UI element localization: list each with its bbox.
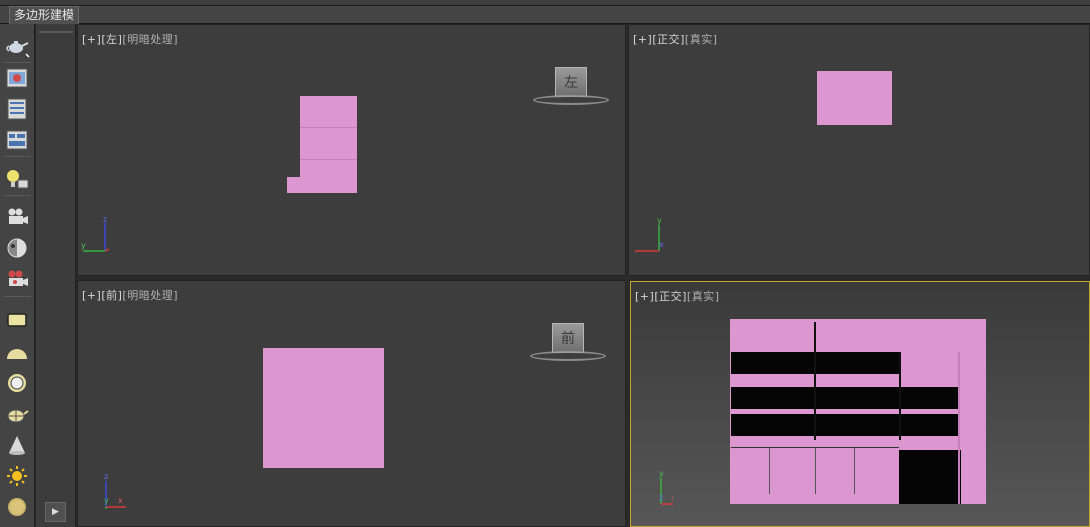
viewcube-face[interactable]: 前 [552, 323, 584, 353]
axis-label-up: z [103, 215, 107, 224]
axis-label-up: y [659, 469, 664, 478]
shading-mode[interactable]: [明暗处理] [122, 289, 178, 302]
viewport-menu[interactable]: [+] [82, 33, 101, 46]
view-name[interactable]: [正交] [652, 33, 685, 46]
cabinet-shelf-gap [731, 352, 901, 374]
render-icon[interactable] [4, 267, 30, 291]
axis-tripod: z y [81, 215, 121, 257]
toolbar-divider [4, 156, 31, 157]
cabinet-shelf-gap [731, 414, 959, 436]
axis-tripod: y x [631, 215, 671, 257]
viewport-front[interactable]: [+][前][明暗处理] 前 z y x [77, 280, 626, 527]
rectangle-icon[interactable] [4, 308, 30, 332]
play-button[interactable]: ▶ [45, 502, 66, 522]
app-window: 多边形建模 ▶ [+][左][明暗处理] 左 z y [+][正交][真实] y… [0, 0, 1090, 527]
viewport-label[interactable]: [+][正交][真实] [633, 31, 718, 47]
camera-icon[interactable] [4, 205, 30, 229]
light-lister-icon[interactable] [4, 167, 30, 191]
view-name[interactable]: [左] [101, 33, 122, 46]
cabinet-door-line [854, 448, 855, 494]
sphere-icon[interactable] [4, 495, 30, 519]
cabinet-divider [814, 322, 816, 440]
axis-label-right: y [81, 241, 86, 250]
teapot-mesh-icon[interactable] [4, 402, 30, 426]
render-frame-icon[interactable] [4, 66, 30, 90]
mesh-seam [300, 127, 357, 128]
viewcube[interactable]: 左 [533, 67, 613, 113]
viewcube-face[interactable]: 左 [555, 67, 587, 97]
viewport-label[interactable]: [+][左][明暗处理] [82, 31, 178, 47]
pink-object[interactable] [263, 348, 384, 468]
toolbar-divider [4, 296, 31, 297]
svg-text:z: z [659, 493, 663, 502]
material-editor-icon[interactable] [4, 128, 30, 152]
svg-text:y: y [104, 496, 109, 505]
viewport-menu[interactable]: [+] [633, 33, 652, 46]
axis-label-right: x [671, 493, 673, 502]
axis-label-right: x [118, 496, 123, 505]
axis-label-up: z [104, 472, 108, 481]
ring-icon[interactable] [4, 371, 30, 395]
teapot-icon[interactable] [4, 34, 30, 58]
viewport-orthographic-active[interactable]: [+][正交][真实] y z x [630, 281, 1090, 527]
axis-label-right: x [659, 240, 664, 249]
viewport-left[interactable]: [+][左][明暗处理] 左 z y [77, 24, 626, 276]
pink-object[interactable] [300, 96, 357, 193]
left-toolbar [0, 24, 35, 527]
mesh-seam [300, 159, 357, 160]
command-side-panel [36, 24, 76, 527]
pink-object-step[interactable] [287, 177, 302, 193]
view-name[interactable]: [正交] [654, 290, 687, 303]
axis-tripod: z y x [86, 471, 126, 513]
cone-icon[interactable] [4, 433, 30, 457]
render-setup-icon[interactable] [4, 97, 30, 121]
cabinet-side-panel [958, 352, 960, 504]
cabinet-door-line [769, 448, 770, 494]
axis-tripod: y z x [633, 468, 673, 510]
viewport-orthographic-top[interactable]: [+][正交][真实] y x [628, 24, 1090, 276]
viewcube-ring[interactable] [533, 95, 609, 105]
dome-icon[interactable] [4, 340, 30, 364]
cabinet-door-gap [899, 450, 961, 504]
sun-icon[interactable] [4, 464, 30, 488]
tab-polygon-modeling[interactable]: 多边形建模 [9, 6, 80, 24]
viewport-menu[interactable]: [+] [635, 290, 654, 303]
cabinet-divider [899, 352, 901, 440]
toolbar-divider [4, 62, 31, 63]
shading-mode[interactable]: [真实] [687, 290, 720, 303]
viewport-label[interactable]: [+][正交][真实] [635, 288, 720, 304]
viewport-shading-icon[interactable] [4, 236, 30, 260]
cabinet-shelf-gap [731, 387, 959, 409]
axis-label-up: y [657, 216, 662, 225]
ribbon-bar: 多边形建模 [0, 6, 1090, 24]
shading-mode[interactable]: [真实] [685, 33, 718, 46]
toolbar-divider [4, 195, 31, 196]
pink-object[interactable] [817, 71, 892, 125]
viewcube-ring[interactable] [530, 351, 606, 361]
panel-divider [39, 31, 73, 33]
view-name[interactable]: [前] [101, 289, 122, 302]
cabinet-door-line [815, 448, 816, 494]
viewcube[interactable]: 前 [530, 323, 610, 369]
viewport-menu[interactable]: [+] [82, 289, 101, 302]
shading-mode[interactable]: [明暗处理] [122, 33, 178, 46]
viewport-label[interactable]: [+][前][明暗处理] [82, 287, 178, 303]
